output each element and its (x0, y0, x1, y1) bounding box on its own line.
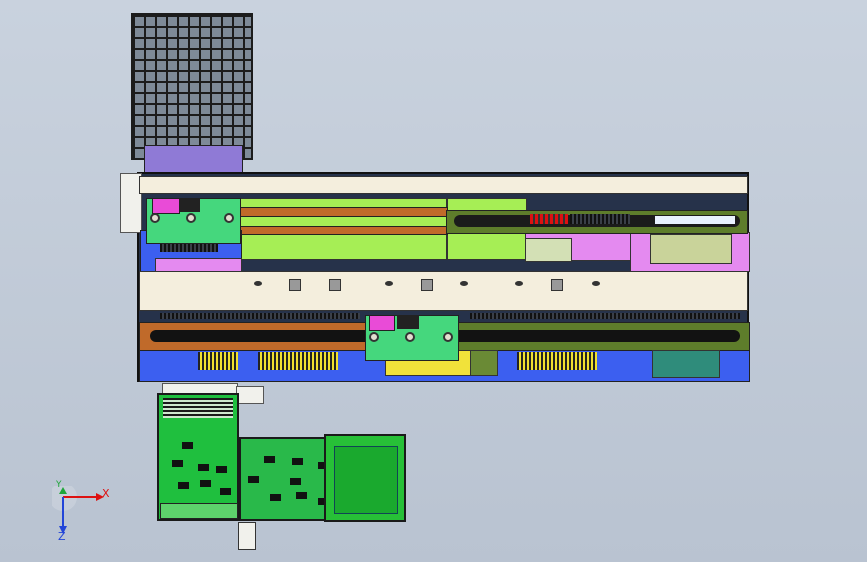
y-axis-label: Y (56, 480, 62, 490)
part-chip (198, 464, 209, 471)
lower-teal-block (652, 350, 720, 378)
red-vent-strip (530, 214, 568, 224)
slot-hole-icon (460, 281, 468, 286)
lower-yellow-vent-3 (517, 352, 597, 370)
slot-hole-icon (254, 281, 262, 286)
bolt-icon (289, 279, 301, 291)
slot-hole-icon (385, 281, 393, 286)
upper-khaki-box (650, 234, 732, 264)
mesh-tray[interactable] (131, 13, 253, 160)
lower-olive-block (470, 350, 498, 376)
lower-carriage-block (397, 315, 419, 329)
part-chip (264, 456, 275, 463)
part-chip (182, 442, 193, 449)
upper-belt-brown-2[interactable] (238, 226, 448, 235)
feeder-motor[interactable] (236, 386, 264, 404)
upper-slot-insert (655, 216, 735, 224)
left-bin-grille (163, 398, 233, 418)
right-bin-inner (334, 446, 398, 514)
part-chip (248, 476, 259, 483)
bolt-icon (421, 279, 433, 291)
slot-hole-icon (592, 281, 600, 286)
bolt-icon (329, 279, 341, 291)
part-chip (296, 492, 307, 499)
part-chip (220, 488, 231, 495)
lower-wheel-mid-icon (405, 332, 415, 342)
upper-carriage-motor[interactable] (152, 198, 180, 214)
part-chip (270, 494, 281, 501)
axis-triad[interactable]: X Y Z (49, 480, 112, 546)
upper-beige-box (525, 238, 572, 262)
x-axis-label: X (102, 487, 110, 500)
upper-rail[interactable] (139, 176, 748, 194)
lower-vent-top-right (470, 313, 740, 319)
part-chip (172, 460, 183, 467)
part-chip (290, 478, 301, 485)
bottom-sensor[interactable] (238, 522, 256, 550)
lower-vent-top (160, 313, 360, 319)
left-bin-lip (160, 503, 238, 519)
slot-hole-icon (515, 281, 523, 286)
part-chip (200, 480, 211, 487)
lower-yellow-vent-1 (198, 352, 238, 370)
upper-wheel-mid-icon (186, 213, 196, 223)
z-axis-label: Z (58, 530, 66, 543)
tray-mount-block[interactable] (144, 145, 243, 175)
lower-wheel-right-icon (443, 332, 453, 342)
part-chip (178, 482, 189, 489)
middle-rail[interactable] (139, 271, 748, 311)
upper-wheel-right-icon (224, 213, 234, 223)
upper-belt-brown-1[interactable] (238, 207, 448, 217)
bolt-icon (551, 279, 563, 291)
part-chip (292, 458, 303, 465)
part-chip (216, 466, 227, 473)
lower-carriage-motor[interactable] (369, 315, 395, 331)
upper-carriage-block (180, 198, 200, 212)
lower-yellow-vent-2 (258, 352, 338, 370)
lower-wheel-left-icon (369, 332, 379, 342)
upper-vent-strip (570, 214, 630, 224)
upper-wheel-left-icon (150, 213, 160, 223)
